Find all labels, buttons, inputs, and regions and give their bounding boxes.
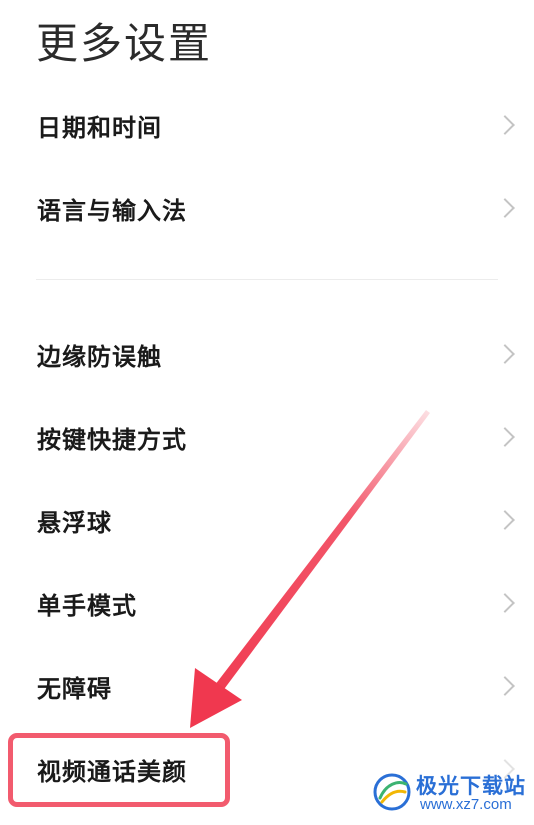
- settings-item-one-hand-mode[interactable]: 单手模式: [0, 571, 534, 635]
- highlight-box: [8, 733, 230, 807]
- settings-item-floating-ball[interactable]: 悬浮球: [0, 488, 534, 552]
- settings-item-edge-touch-protection[interactable]: 边缘防误触: [0, 322, 534, 386]
- chevron-right-icon: [495, 198, 515, 218]
- page-title: 更多设置: [36, 19, 213, 68]
- chevron-right-icon: [495, 427, 515, 447]
- settings-item-label: 边缘防误触: [37, 342, 162, 371]
- more-settings-screen: 更多设置 日期和时间 语言与输入法 边缘防误触 按键快捷方式 悬浮球 单手模式 …: [0, 0, 534, 825]
- settings-item-language-input[interactable]: 语言与输入法: [0, 176, 534, 240]
- settings-item-label: 无障碍: [37, 674, 112, 703]
- section-divider: [36, 279, 498, 280]
- settings-item-date-time[interactable]: 日期和时间: [0, 93, 534, 157]
- settings-item-accessibility[interactable]: 无障碍: [0, 654, 534, 718]
- settings-item-label: 语言与输入法: [37, 196, 187, 225]
- chevron-right-icon: [495, 115, 515, 135]
- aurora-logo-icon: [373, 773, 411, 811]
- chevron-right-icon: [495, 510, 515, 530]
- settings-item-label: 悬浮球: [37, 508, 112, 537]
- watermark: 极光下载站 www.xz7.com: [372, 768, 532, 820]
- chevron-right-icon: [495, 344, 515, 364]
- chevron-right-icon: [495, 593, 515, 613]
- settings-item-label: 单手模式: [37, 591, 137, 620]
- settings-item-label: 日期和时间: [37, 113, 162, 142]
- settings-item-button-shortcuts[interactable]: 按键快捷方式: [0, 405, 534, 469]
- watermark-site: www.xz7.com: [420, 796, 512, 813]
- settings-item-label: 按键快捷方式: [37, 425, 187, 454]
- chevron-right-icon: [495, 676, 515, 696]
